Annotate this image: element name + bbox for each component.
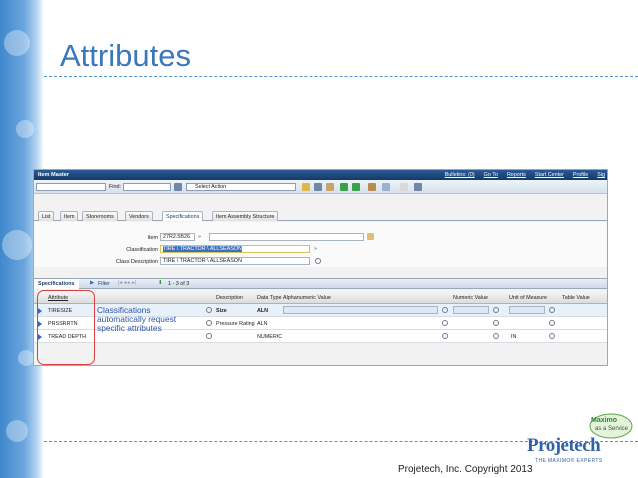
col-alphanumeric-value[interactable]: Alphanumeric Value (283, 295, 331, 301)
new-record-icon[interactable] (302, 183, 310, 191)
bulletins-link[interactable]: Bulletins: (0) (445, 172, 475, 178)
classification-chevron-icon[interactable]: » (314, 246, 317, 252)
filter-icon[interactable]: ▶ (90, 280, 94, 286)
previous-arrow-icon[interactable] (340, 183, 348, 191)
classification-value: TIRE \ TRACTOR \ ALLSEASON (163, 246, 242, 252)
bulletin-icon[interactable] (368, 183, 376, 191)
edit-icon[interactable] (326, 183, 334, 191)
unit-of-measure-input[interactable] (509, 306, 545, 314)
row-unit-of-measure: IN (511, 334, 517, 340)
uom-magnifier-icon[interactable] (549, 307, 555, 313)
logo-brand: Projetech (527, 435, 601, 456)
tab-specifications[interactable]: Specifications (162, 211, 204, 221)
annotation-callout: Classifications automatically request sp… (97, 306, 176, 333)
slide-title: Attributes (60, 38, 191, 73)
numeric-magnifier-icon[interactable] (493, 333, 499, 339)
reports-link[interactable]: Reports (507, 172, 526, 178)
query-dropdown[interactable] (36, 183, 106, 191)
top-divider (44, 76, 638, 77)
alphanumeric-magnifier-icon[interactable] (442, 307, 448, 313)
next-arrow-icon[interactable] (352, 183, 360, 191)
duplicate-icon[interactable] (382, 183, 390, 191)
item-master-window: Item Master Bulletins: (0) Go To Reports… (33, 169, 608, 366)
badge-title: Maximo (591, 417, 618, 424)
class-description-magnifier-icon[interactable] (315, 258, 321, 264)
numeric-magnifier-icon[interactable] (493, 307, 499, 313)
class-description-field[interactable]: TIRE \ TRACTOR \ ALLSEASON (160, 257, 310, 265)
uom-magnifier-icon[interactable] (549, 320, 555, 326)
view-icon[interactable] (414, 183, 422, 191)
specifications-table-title: Specifications (34, 279, 79, 289)
row-data-type: NUMERIC (257, 334, 283, 340)
uom-magnifier-icon[interactable] (549, 333, 555, 339)
save-icon[interactable] (314, 183, 322, 191)
item-label: Item (147, 235, 158, 241)
class-description-label: Class Description (116, 259, 158, 265)
numeric-magnifier-icon[interactable] (493, 320, 499, 326)
window-title: Item Master (38, 172, 70, 178)
badge-subtitle: as a Service (595, 426, 629, 432)
copyright-text: Projetech, Inc. Copyright 2013 (398, 464, 533, 475)
tab-storerooms[interactable]: Storerooms (82, 211, 118, 221)
top-links: Bulletins: (0) Go To Reports Start Cente… (445, 172, 605, 178)
signout-link[interactable]: Sig (597, 172, 605, 178)
filter-link[interactable]: Filter (98, 281, 110, 287)
logo-tagline: THE MAXIMO® EXPERTS (535, 458, 603, 464)
search-icon[interactable] (174, 183, 182, 191)
profile-link[interactable]: Profile (573, 172, 588, 178)
attribute-magnifier-icon[interactable] (206, 320, 212, 326)
col-table-value[interactable]: Table Value (562, 295, 590, 301)
detail-chevron-icon[interactable]: » (198, 234, 201, 240)
attribute-magnifier-icon[interactable] (206, 333, 212, 339)
select-action-label: Select Action (195, 184, 227, 190)
find-label: Find: (109, 184, 121, 190)
start-center-link[interactable]: Start Center (535, 172, 564, 178)
find-input[interactable] (123, 183, 171, 191)
classification-field[interactable]: TIRE \ TRACTOR \ ALLSEASON (160, 245, 310, 253)
classification-label: Classification (126, 247, 158, 253)
alphanumeric-magnifier-icon[interactable] (442, 320, 448, 326)
tab-strip: List Item Storerooms Vendors Specificati… (34, 210, 607, 221)
col-data-type[interactable]: Data Type (257, 295, 281, 301)
pager-controls-icon[interactable]: |◂ ◂ ▸ ▸| (118, 280, 136, 286)
tab-item-assembly-structure[interactable]: Item Assembly Structure (212, 211, 279, 221)
col-unit-of-measure[interactable]: Unit of Measure (509, 295, 547, 301)
projetech-logo: Maximo as a Service Projetech THE MAXIMO… (525, 413, 635, 471)
attribute-highlight-box (37, 290, 95, 365)
select-action-dropdown[interactable]: Select Action (186, 183, 296, 191)
col-numeric-value[interactable]: Numeric Value (453, 295, 488, 301)
numeric-value-input[interactable] (453, 306, 489, 314)
tab-item[interactable]: Item (60, 211, 79, 221)
annotation-line: specific attributes (97, 323, 162, 333)
print-icon[interactable] (400, 183, 408, 191)
attribute-magnifier-icon[interactable] (206, 307, 212, 313)
download-icon[interactable]: ⬇ (158, 280, 163, 286)
app-titlebar: Item Master Bulletins: (0) Go To Reports… (34, 170, 607, 180)
item-form: Item 27R2.5B26 » Classification TIRE \ T… (34, 222, 607, 267)
row-description: Pressure Rating (216, 321, 255, 327)
long-description-icon[interactable] (367, 233, 374, 240)
specifications-table-bar: Specifications ▶ Filter |◂ ◂ ▸ ▸| ⬇ 1 - … (34, 278, 607, 289)
row-description: Size (216, 308, 227, 314)
alphanumeric-value-input[interactable] (283, 306, 438, 314)
alphanumeric-magnifier-icon[interactable] (442, 333, 448, 339)
tab-list[interactable]: List (38, 211, 55, 221)
row-data-type: ALN (257, 321, 268, 327)
app-toolbar: Find: Select Action (34, 180, 607, 194)
item-description-field[interactable] (209, 233, 364, 241)
grid-header: Attribute Description Data Type Alphanum… (34, 292, 607, 304)
col-description[interactable]: Description (216, 295, 243, 301)
pager-text: 1 - 3 of 3 (168, 281, 190, 287)
item-field[interactable]: 27R2.5B26 (160, 233, 195, 241)
row-data-type: ALN (257, 308, 269, 314)
goto-link[interactable]: Go To (484, 172, 498, 178)
tab-vendors[interactable]: Vendors (125, 211, 153, 221)
